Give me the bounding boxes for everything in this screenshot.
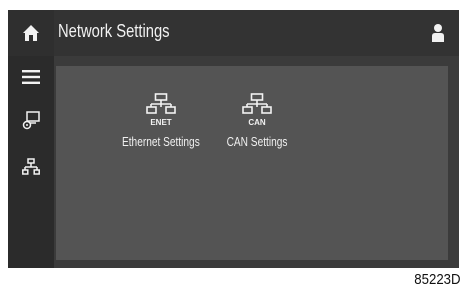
sidebar (8, 56, 54, 268)
ethernet-settings-tile[interactable]: ENET Ethernet Settings (111, 90, 211, 149)
can-settings-tile[interactable]: CAN CAN Settings (218, 90, 296, 149)
ethernet-icon-text: ENET (150, 118, 171, 127)
can-settings-label: CAN Settings (226, 134, 288, 149)
sidebar-item-settings[interactable] (8, 106, 54, 136)
can-icon-text: CAN (248, 118, 266, 127)
sidebar-item-menu[interactable] (8, 62, 54, 92)
ethernet-network-icon: ENET (141, 90, 181, 134)
settings-monitor-icon (22, 111, 40, 130)
sidebar-item-network[interactable] (8, 152, 54, 182)
user-icon (432, 24, 444, 42)
figure-caption: 85223D (414, 271, 461, 288)
home-button[interactable] (8, 10, 54, 56)
user-button[interactable] (425, 20, 451, 46)
ethernet-settings-label: Ethernet Settings (121, 134, 200, 149)
can-network-icon: CAN (237, 90, 277, 134)
top-bar: Network Settings (8, 10, 459, 56)
page-title: Network Settings (58, 21, 170, 41)
content-panel: ENET Ethernet Settings CAN CAN Settings (56, 66, 448, 260)
menu-icon (22, 70, 40, 84)
home-icon (23, 25, 39, 41)
device-screen: Network Settings ENET Ethernet Settings … (8, 10, 459, 268)
network-icon (22, 158, 40, 175)
